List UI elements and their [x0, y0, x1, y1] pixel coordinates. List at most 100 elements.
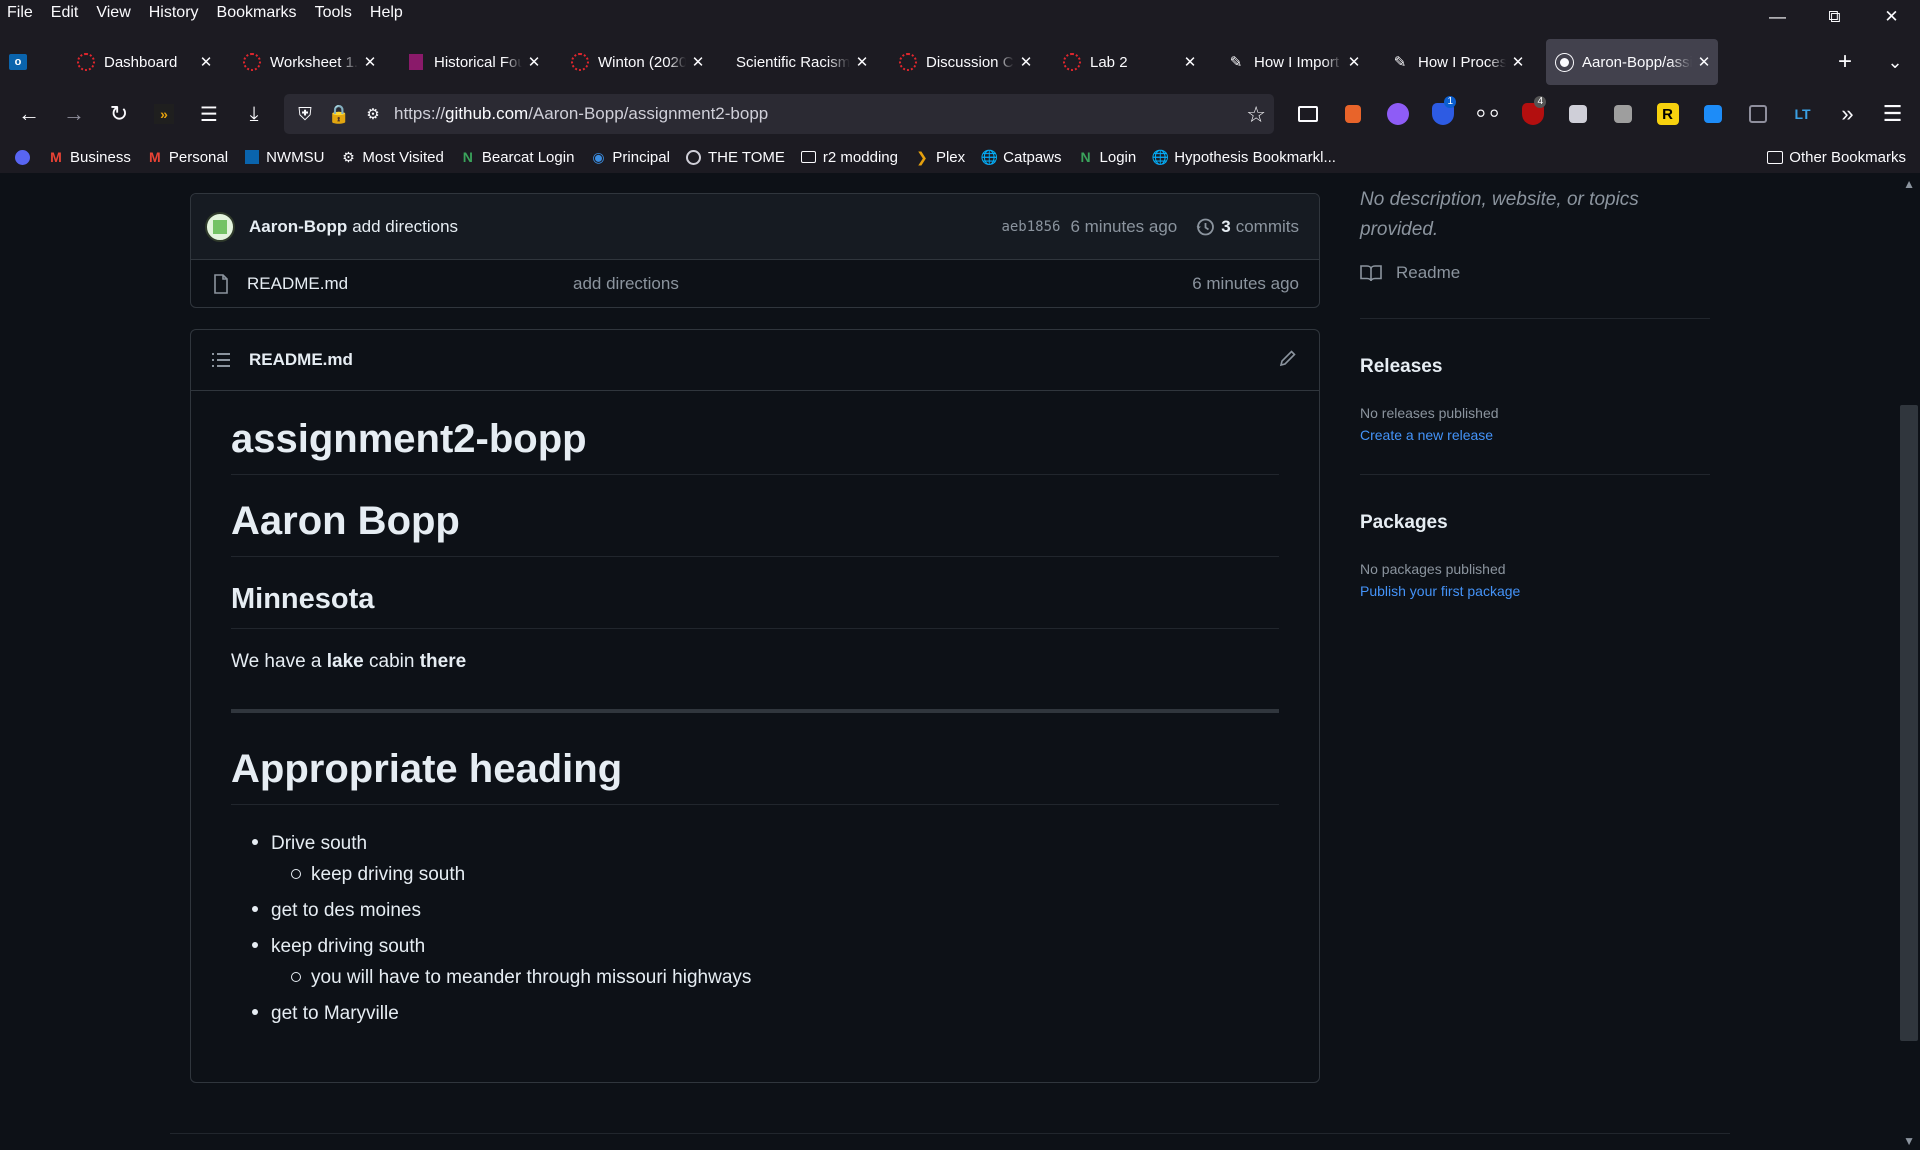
- arrow-ext-icon[interactable]: [1690, 94, 1735, 134]
- canvas-icon: [1062, 52, 1082, 72]
- bookmark-business[interactable]: M Business: [40, 144, 139, 170]
- bookmark-catpaws[interactable]: 🌐 Catpaws: [973, 144, 1069, 170]
- menu-help[interactable]: Help: [361, 0, 412, 26]
- bookmark-bearcat-login[interactable]: N Bearcat Login: [452, 144, 583, 170]
- tab-dashboard[interactable]: Dashboard ✕: [68, 40, 220, 84]
- tab-winton[interactable]: Winton (2020) - ✕: [562, 40, 712, 84]
- publish-package-link[interactable]: Publish your first package: [1360, 583, 1520, 599]
- commit-message-link[interactable]: add directions: [352, 217, 458, 237]
- bookmark-star-icon[interactable]: ☆: [1246, 102, 1266, 128]
- scroll-up-icon[interactable]: ▲: [1903, 177, 1915, 191]
- other-bookmarks[interactable]: Other Bookmarks: [1767, 144, 1906, 170]
- downloads-icon[interactable]: ⤓: [232, 94, 276, 134]
- scrollbar-thumb[interactable]: [1900, 405, 1918, 1041]
- tab-import-literature[interactable]: ✎ How I Import Literature ✕: [1218, 40, 1368, 84]
- restore-icon[interactable]: ⧉: [1806, 0, 1863, 34]
- bookmark-personal[interactable]: M Personal: [139, 144, 236, 170]
- close-tab-icon[interactable]: ✕: [1346, 53, 1362, 71]
- commits-history-link[interactable]: 3 commits: [1195, 217, 1299, 237]
- tab-strip: o Dashboard ✕ Worksheet 1.docx ✕ Histori…: [0, 39, 1920, 85]
- tab-historical[interactable]: Historical Foundations ✕: [398, 40, 548, 84]
- list-all-tabs-icon[interactable]: ⌄: [1870, 52, 1920, 73]
- latest-commit-box: Aaron-Bopp add directions aeb1856 6 minu…: [190, 193, 1320, 308]
- file-name-link[interactable]: README.md: [247, 274, 573, 294]
- shield-icon[interactable]: ⛨: [288, 104, 322, 125]
- languagetool-icon[interactable]: LT: [1780, 94, 1825, 134]
- glasses-ext-icon[interactable]: ⚪⚪: [1465, 94, 1510, 134]
- tab-lab-2[interactable]: Lab 2 ✕: [1054, 40, 1204, 84]
- edit-pencil-icon[interactable]: [1279, 349, 1297, 372]
- menu-tools[interactable]: Tools: [306, 0, 361, 26]
- close-tab-icon[interactable]: ✕: [1696, 53, 1712, 71]
- menu-history[interactable]: History: [140, 0, 208, 26]
- menu-bookmarks[interactable]: Bookmarks: [208, 0, 306, 26]
- avatar[interactable]: [205, 211, 235, 242]
- tab-scientific-racism[interactable]: Scientific Racism and ✕: [726, 40, 876, 84]
- close-tab-icon[interactable]: ✕: [1182, 53, 1198, 71]
- tab-discussion[interactable]: Discussion Comments ✕: [890, 40, 1040, 84]
- megaphone-ext-icon[interactable]: [1330, 94, 1375, 134]
- plex-ext-icon[interactable]: »: [142, 94, 186, 134]
- back-icon[interactable]: ←: [7, 94, 51, 134]
- wordpress-icon: [686, 149, 702, 165]
- releases-title[interactable]: Releases: [1360, 356, 1442, 378]
- bookmark-most-visited[interactable]: ⚙ Most Visited: [332, 144, 451, 170]
- readme-content: assignment2-bopp Aaron Bopp Minnesota We…: [231, 391, 1279, 1029]
- tab-process-information[interactable]: ✎ How I Process Information ✕: [1382, 40, 1532, 84]
- commit-sha-link[interactable]: aeb1856: [1001, 219, 1060, 235]
- purple-ext-icon[interactable]: [1375, 94, 1420, 134]
- url-text[interactable]: https://github.com/Aaron-Bopp/assignment…: [394, 104, 768, 124]
- permissions-icon[interactable]: ⚙: [356, 105, 390, 123]
- more-tools-icon[interactable]: »: [1825, 94, 1870, 134]
- close-tab-icon[interactable]: ✕: [526, 53, 542, 71]
- bookmark-hypothesis[interactable]: 🌐 Hypothesis Bookmarkl...: [1144, 144, 1344, 170]
- sidebar-ext-icon[interactable]: [1735, 94, 1780, 134]
- tab-worksheet[interactable]: Worksheet 1.docx ✕: [234, 40, 384, 84]
- url-bar[interactable]: ⛨ 🔒 ⚙ https://github.com/Aaron-Bopp/assi…: [284, 94, 1274, 134]
- bookmark-plex[interactable]: ❯ Plex: [906, 144, 973, 170]
- readme-file-title[interactable]: README.md: [249, 350, 353, 370]
- packages-title[interactable]: Packages: [1360, 512, 1448, 534]
- close-window-icon[interactable]: ✕: [1863, 0, 1920, 34]
- tab-pinned-outlook[interactable]: o: [0, 40, 50, 84]
- minimize-icon[interactable]: —: [1749, 0, 1806, 34]
- commit-author-link[interactable]: Aaron-Bopp: [249, 217, 347, 237]
- reload-icon[interactable]: ↻: [97, 94, 141, 134]
- image-ext-icon[interactable]: [1600, 94, 1645, 134]
- hamburger-menu-icon[interactable]: ☰: [1870, 94, 1915, 134]
- close-tab-icon[interactable]: ✕: [362, 53, 378, 71]
- bookmark-the-tome[interactable]: THE TOME: [678, 144, 793, 170]
- menu-view[interactable]: View: [87, 0, 139, 26]
- readwise-ext-icon[interactable]: R: [1645, 94, 1690, 134]
- scroll-down-icon[interactable]: ▼: [1903, 1134, 1915, 1148]
- readme-sidebar-link[interactable]: Readme: [1360, 263, 1460, 283]
- bookmark-nwmsu[interactable]: NWMSU: [236, 144, 332, 170]
- lock-icon[interactable]: 🔒: [322, 104, 356, 125]
- canvas-icon: [76, 52, 96, 72]
- close-tab-icon[interactable]: ✕: [1018, 53, 1034, 71]
- close-tab-icon[interactable]: ✕: [198, 53, 214, 71]
- forward-icon[interactable]: →: [52, 94, 96, 134]
- calendar-ext-icon[interactable]: [1555, 94, 1600, 134]
- close-tab-icon[interactable]: ✕: [690, 53, 706, 71]
- close-tab-icon[interactable]: ✕: [854, 53, 870, 71]
- ublock-origin-icon[interactable]: 4: [1510, 94, 1555, 134]
- library-icon[interactable]: ☰: [187, 94, 231, 134]
- page-scrollbar[interactable]: ▲ ▼: [1898, 173, 1920, 1150]
- bookmark-discord[interactable]: [0, 144, 40, 170]
- bookmark-login[interactable]: N Login: [1070, 144, 1145, 170]
- file-row[interactable]: README.md add directions 6 minutes ago: [191, 260, 1319, 307]
- new-tab-icon[interactable]: +: [1820, 48, 1870, 76]
- bookmark-principal[interactable]: ◉ Principal: [582, 144, 678, 170]
- ublock-icon[interactable]: 1: [1420, 94, 1465, 134]
- bearcat-n-icon: N: [462, 149, 473, 165]
- create-release-link[interactable]: Create a new release: [1360, 427, 1493, 443]
- close-tab-icon[interactable]: ✕: [1510, 53, 1526, 71]
- menu-edit[interactable]: Edit: [42, 0, 88, 26]
- outline-list-icon[interactable]: [211, 351, 231, 369]
- tab-github-active[interactable]: Aaron-Bopp/assignment2-bopp ✕: [1546, 39, 1718, 85]
- reader-view-icon[interactable]: [1285, 94, 1330, 134]
- bookmark-r2-modding[interactable]: r2 modding: [793, 144, 906, 170]
- menu-file[interactable]: File: [0, 0, 42, 26]
- file-commit-message-link[interactable]: add directions: [573, 274, 679, 294]
